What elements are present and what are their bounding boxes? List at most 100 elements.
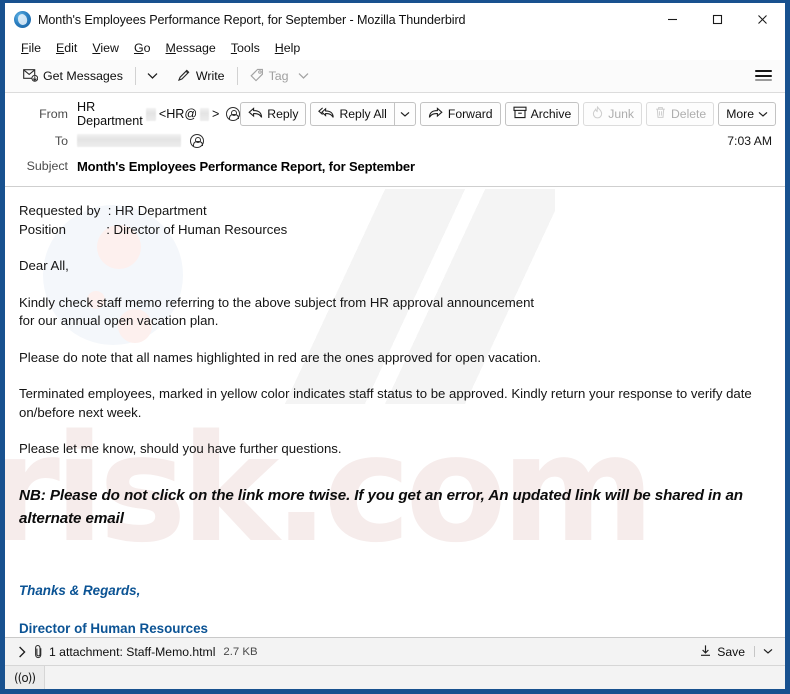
from-row: From HR Department <HR@ > Reply Reply Al… bbox=[5, 100, 785, 128]
reply-all-dropdown[interactable] bbox=[393, 102, 416, 126]
paperclip-icon bbox=[33, 644, 44, 659]
attachment-label[interactable]: 1 attachment: Staff-Memo.html bbox=[49, 645, 215, 659]
chevron-right-icon[interactable] bbox=[13, 642, 31, 662]
paragraph-2: Please do note that all names highlighte… bbox=[19, 349, 541, 365]
get-messages-dropdown[interactable] bbox=[141, 69, 164, 83]
junk-label: Junk bbox=[608, 107, 634, 121]
menu-go-rest: o bbox=[143, 40, 151, 55]
menu-tools-rest: ools bbox=[237, 40, 260, 55]
nb-warning-note: NB: Please do not click on the link more… bbox=[19, 486, 743, 527]
message-action-buttons: Reply Reply All Forward Archive Junk Del… bbox=[240, 102, 776, 126]
save-attachment-dropdown[interactable] bbox=[754, 646, 781, 657]
window-title: Month's Employees Performance Report, fo… bbox=[38, 12, 466, 27]
window-client-area: Month's Employees Performance Report, fo… bbox=[5, 3, 785, 689]
from-name-redaction bbox=[145, 107, 156, 121]
reply-button[interactable]: Reply bbox=[240, 102, 307, 126]
signature-thanks: Thanks & Regards, bbox=[19, 582, 141, 598]
delete-button[interactable]: Delete bbox=[645, 102, 715, 126]
archive-box-icon bbox=[513, 106, 527, 122]
tag-icon bbox=[249, 68, 264, 85]
archive-button[interactable]: Archive bbox=[504, 102, 580, 126]
greeting-line: Dear All, bbox=[19, 258, 69, 273]
add-contact-icon[interactable] bbox=[226, 107, 241, 121]
chevron-down-icon bbox=[758, 107, 768, 121]
subject-value: Month's Employees Performance Report, fo… bbox=[77, 158, 415, 174]
paragraph-3: Terminated employees, marked in yellow c… bbox=[19, 385, 771, 422]
get-messages-label: Get Messages bbox=[43, 69, 123, 83]
maximize-icon[interactable] bbox=[695, 3, 740, 36]
status-bar: ((o)) bbox=[5, 665, 785, 689]
menu-help-rest: elp bbox=[283, 40, 301, 55]
requested-by-line: Requested by : HR Department bbox=[19, 203, 207, 218]
forward-button[interactable]: Forward bbox=[419, 102, 501, 126]
paragraph-3-line-2: on/before next week. bbox=[19, 404, 142, 420]
network-activity-icon[interactable]: ((o)) bbox=[5, 666, 45, 689]
more-button[interactable]: More bbox=[718, 102, 776, 126]
tag-dropdown-icon[interactable] bbox=[298, 69, 309, 83]
save-attachment-label: Save bbox=[717, 644, 745, 659]
menu-file[interactable]: File bbox=[14, 39, 48, 58]
reply-all-button[interactable]: Reply All bbox=[310, 102, 394, 126]
delete-label: Delete bbox=[670, 107, 707, 121]
message-header: From HR Department <HR@ > Reply Reply Al… bbox=[5, 93, 785, 187]
to-value[interactable] bbox=[77, 133, 727, 148]
to-add-contact-icon[interactable] bbox=[190, 133, 204, 148]
tag-button[interactable]: Tag bbox=[243, 65, 316, 88]
junk-fire-icon bbox=[591, 105, 604, 122]
paragraph-4: Please let me know, should you have furt… bbox=[19, 441, 342, 456]
to-label: To bbox=[54, 133, 68, 148]
save-attachment-button[interactable]: Save bbox=[692, 641, 752, 663]
attachment-size: 2.7 KB bbox=[223, 645, 258, 658]
position-line: Position : Director of Human Resources bbox=[19, 221, 288, 237]
junk-button[interactable]: Junk bbox=[583, 102, 642, 126]
menu-edit[interactable]: Edit bbox=[49, 39, 84, 58]
hamburger-menu-icon[interactable] bbox=[755, 68, 772, 83]
menu-view-rest: iew bbox=[100, 40, 119, 55]
menu-view[interactable]: View bbox=[85, 39, 126, 58]
reply-icon bbox=[248, 106, 263, 122]
signature-title: Director of Human Resources bbox=[19, 620, 209, 636]
menu-message[interactable]: Message bbox=[159, 39, 223, 58]
from-value[interactable]: HR Department <HR@ > bbox=[77, 100, 241, 128]
menu-tools[interactable]: Tools bbox=[224, 39, 267, 58]
attachment-bar: 1 attachment: Staff-Memo.html 2.7 KB Sav… bbox=[5, 637, 785, 665]
message-time: 7:03 AM bbox=[727, 133, 772, 148]
menu-message-rest: essage bbox=[175, 40, 216, 55]
from-email-suffix: > bbox=[211, 107, 220, 121]
archive-label: Archive bbox=[530, 107, 572, 121]
reply-label: Reply bbox=[267, 107, 299, 121]
menu-help[interactable]: Help bbox=[268, 39, 308, 58]
from-email-prefix: <HR@ bbox=[158, 107, 198, 121]
from-domain-redaction bbox=[200, 107, 209, 121]
paragraph-1-line-2: for our annual open vacation plan. bbox=[19, 313, 219, 328]
reply-all-icon bbox=[318, 106, 335, 122]
tag-label: Tag bbox=[268, 69, 289, 83]
reply-all-label: Reply All bbox=[339, 107, 387, 121]
from-label: From bbox=[39, 107, 68, 121]
reply-all-group: Reply All bbox=[310, 102, 416, 126]
window-controls bbox=[650, 3, 785, 36]
minimize-icon[interactable] bbox=[650, 3, 695, 36]
get-messages-icon bbox=[23, 68, 39, 85]
message-body: risk.com Requested by : HR Department Po… bbox=[5, 187, 785, 637]
write-label: Write bbox=[195, 69, 225, 83]
main-toolbar: Get Messages Write Tag bbox=[5, 60, 785, 93]
to-row: To 7:03 AM bbox=[5, 128, 785, 153]
forward-icon bbox=[428, 106, 444, 122]
thunderbird-window: Month's Employees Performance Report, fo… bbox=[0, 0, 790, 694]
write-button[interactable]: Write bbox=[170, 65, 232, 88]
paragraph-1-line-1: Kindly check staff memo referring to the… bbox=[19, 294, 535, 310]
to-recipient-redaction bbox=[77, 134, 181, 147]
pencil-icon bbox=[177, 68, 191, 85]
trash-icon bbox=[654, 106, 667, 122]
toolbar-divider-1 bbox=[134, 67, 136, 85]
toolbar-divider-2 bbox=[236, 67, 238, 85]
menu-go[interactable]: Go bbox=[127, 39, 158, 58]
paragraph-3-line-1: Terminated employees, marked in yellow c… bbox=[19, 386, 752, 401]
get-messages-button[interactable]: Get Messages bbox=[16, 65, 130, 88]
from-sender-name: HR Department bbox=[77, 100, 143, 128]
menu-file-rest: ile bbox=[28, 40, 41, 55]
subject-row: Subject Month's Employees Performance Re… bbox=[5, 153, 785, 178]
close-icon[interactable] bbox=[740, 3, 785, 36]
menu-bar: File Edit View Go Message Tools Help bbox=[5, 36, 785, 60]
